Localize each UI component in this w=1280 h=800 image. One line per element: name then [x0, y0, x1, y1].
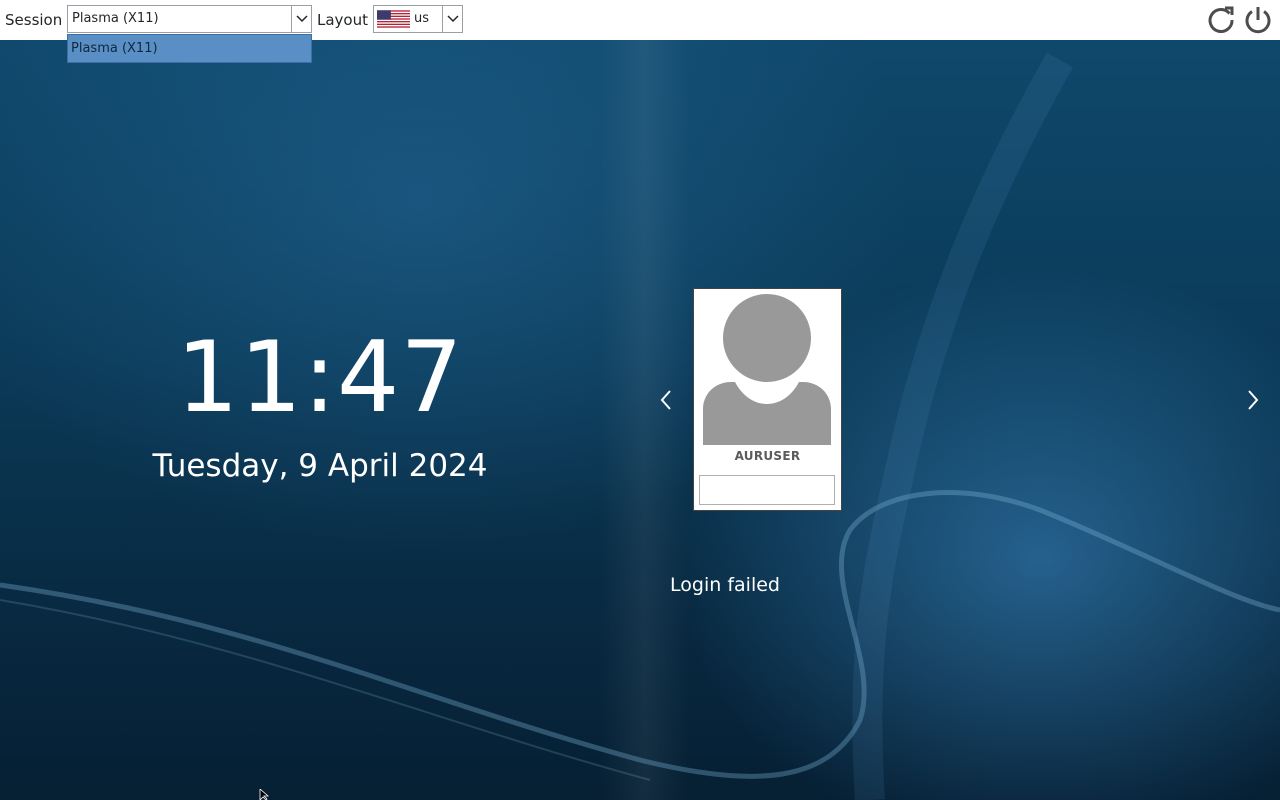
chevron-right-icon[interactable]	[1243, 386, 1263, 414]
session-label: Session	[5, 11, 63, 29]
chevron-down-icon[interactable]	[291, 6, 311, 32]
layout-label: Layout	[317, 11, 368, 29]
clock-time: 11:47	[176, 321, 464, 435]
us-flag-icon	[377, 10, 410, 28]
power-icon[interactable]	[1242, 4, 1274, 36]
user-avatar-icon	[703, 294, 831, 445]
login-status-message: Login failed	[670, 574, 780, 596]
reboot-icon[interactable]	[1205, 4, 1237, 36]
layout-select[interactable]: us	[373, 5, 463, 33]
clock-date: Tuesday, 9 April 2024	[152, 448, 488, 484]
chevron-left-icon[interactable]	[656, 386, 676, 414]
layout-select-value: us	[414, 11, 430, 26]
mouse-cursor-icon	[259, 789, 270, 800]
session-dropdown: Plasma (X11)	[67, 34, 312, 63]
session-select[interactable]: Plasma (X11)	[67, 5, 312, 33]
session-option-plasma-x11[interactable]: Plasma (X11)	[71, 35, 158, 62]
chevron-down-icon[interactable]	[442, 6, 462, 32]
session-select-value: Plasma (X11)	[72, 11, 159, 26]
user-card[interactable]: AURUSER	[693, 288, 842, 511]
password-field[interactable]	[699, 475, 835, 505]
username-label: AURUSER	[734, 449, 801, 463]
